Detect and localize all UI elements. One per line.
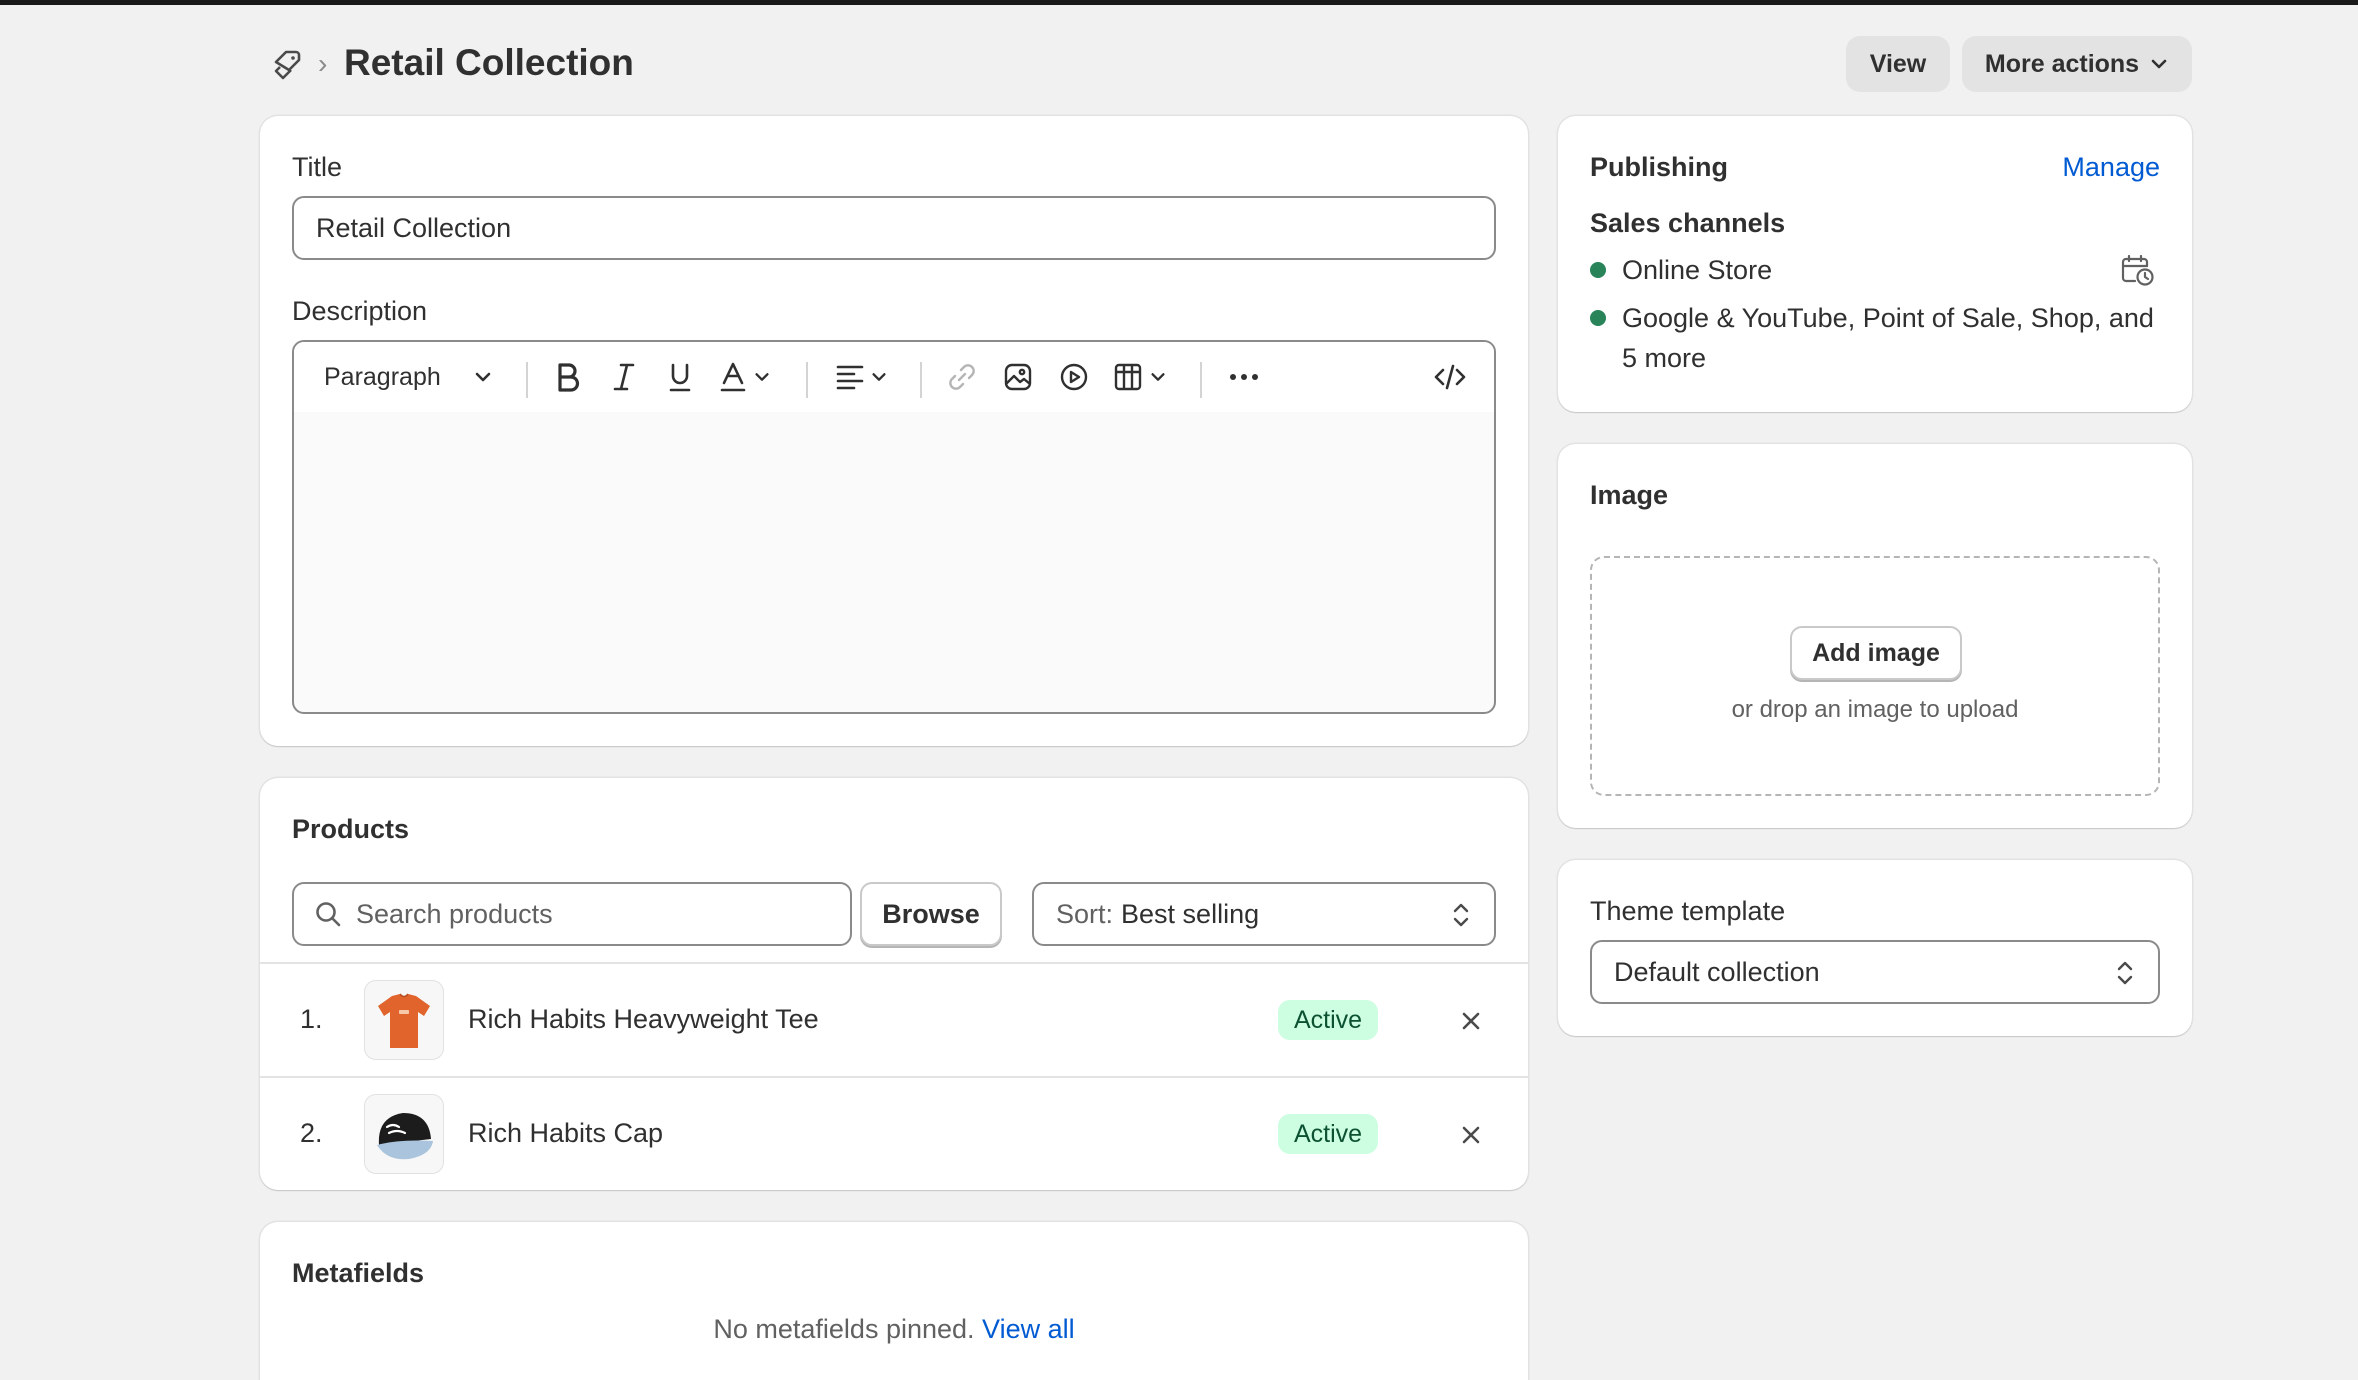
product-index: 1.: [300, 1004, 323, 1034]
sort-select[interactable]: Sort: Best selling: [1032, 882, 1496, 946]
product-row[interactable]: 1. Rich Habits Heavyweight Tee Active: [260, 964, 1528, 1076]
select-chevrons-icon: [1453, 903, 1469, 927]
description-editor[interactable]: Paragraph: [292, 340, 1496, 714]
toolbar-divider: [526, 362, 528, 398]
channel-others-line-1: Google & YouTube, Point of Sale, Shop, a…: [1622, 303, 2154, 333]
paragraph-format-dropdown[interactable]: Paragraph: [324, 360, 504, 394]
status-badge: Active: [1278, 1114, 1379, 1154]
title-input[interactable]: [292, 196, 1496, 260]
sales-channels-label: Sales channels: [1590, 208, 1786, 238]
chevron-down-icon: [2151, 59, 2167, 69]
chevron-down-icon: [475, 372, 491, 382]
orange-tshirt-image: [378, 993, 430, 1048]
collection-tag-icon[interactable]: [270, 48, 304, 82]
insert-image-icon[interactable]: [998, 360, 1038, 394]
insert-table-dropdown[interactable]: [1108, 360, 1172, 394]
table-icon: [1114, 363, 1142, 391]
remove-product-icon[interactable]: [1456, 1006, 1486, 1036]
chevron-down-icon: [872, 373, 886, 381]
product-name[interactable]: Rich Habits Heavyweight Tee: [468, 1004, 819, 1035]
text-color-dropdown[interactable]: [714, 360, 776, 394]
show-html-icon[interactable]: [1428, 360, 1472, 394]
editor-toolbar: Paragraph: [294, 342, 1494, 412]
paragraph-format-label: Paragraph: [324, 362, 441, 391]
sort-value: Best selling: [1121, 898, 1260, 929]
schedule-calendar-icon[interactable]: [2120, 254, 2156, 295]
search-icon: [316, 902, 341, 927]
page-header: › Retail Collection View More actions: [260, 36, 2192, 94]
select-chevrons-icon: [2117, 961, 2133, 985]
products-heading: Products: [292, 814, 410, 844]
status-badge: Active: [1278, 1000, 1379, 1040]
bold-icon[interactable]: [548, 360, 588, 394]
metafields-empty-state: No metafields pinned. View all: [260, 1314, 1528, 1345]
view-all-link[interactable]: View all: [982, 1314, 1075, 1344]
remove-product-icon[interactable]: [1456, 1120, 1486, 1150]
underline-icon[interactable]: [660, 360, 700, 394]
chevron-down-icon: [755, 373, 769, 381]
channel-online-store: Online Store: [1622, 255, 1773, 285]
add-image-button[interactable]: Add image: [1790, 626, 1962, 680]
manage-link[interactable]: Manage: [2062, 152, 2160, 183]
publishing-card: Publishing Manage Sales channels Online …: [1558, 116, 2192, 412]
title-label: Title: [292, 152, 343, 182]
toolbar-divider: [920, 362, 922, 398]
channel-status-dot: [1590, 310, 1606, 326]
search-products-field[interactable]: [292, 882, 852, 946]
metafields-empty-text: No metafields pinned.: [713, 1314, 975, 1344]
description-label: Description: [292, 296, 428, 326]
product-thumbnail: [364, 980, 444, 1060]
theme-template-select[interactable]: Default collection: [1590, 940, 2160, 1004]
breadcrumb-chevron-icon: ›: [318, 48, 328, 79]
more-actions-button[interactable]: More actions: [1962, 36, 2192, 92]
more-actions-label: More actions: [1984, 49, 2140, 78]
toolbar-divider: [806, 362, 808, 398]
chevron-down-icon: [1151, 373, 1165, 381]
channel-status-dot: [1590, 262, 1606, 278]
italic-icon[interactable]: [604, 360, 644, 394]
image-heading: Image: [1590, 480, 1669, 510]
sort-prefix: Sort:: [1056, 898, 1114, 929]
top-border: [0, 0, 2358, 5]
metafields-heading: Metafields: [292, 1258, 425, 1288]
black-cap-image: [377, 1113, 433, 1160]
align-left-icon: [836, 365, 864, 390]
view-button[interactable]: View: [1846, 36, 1950, 92]
image-card: Image Add image or drop an image to uplo…: [1558, 444, 2192, 828]
product-row[interactable]: 2. Rich Habits Cap Active: [260, 1078, 1528, 1190]
theme-template-value: Default collection: [1614, 956, 1820, 987]
product-index: 2.: [300, 1118, 323, 1148]
page-title: Retail Collection: [344, 42, 634, 83]
product-thumbnail: [364, 1094, 444, 1174]
products-card: Products Browse Sort: Best selling 1. Ri…: [260, 778, 1528, 1190]
more-formatting-icon[interactable]: [1224, 360, 1264, 394]
text-color-icon: [720, 362, 746, 392]
alignment-dropdown[interactable]: [830, 360, 894, 394]
search-products-input[interactable]: [356, 898, 816, 930]
title-description-card: Title Description Paragraph: [260, 116, 1528, 746]
toolbar-divider: [1200, 362, 1202, 398]
insert-video-icon[interactable]: [1054, 360, 1094, 394]
metafields-card: Metafields No metafields pinned. View al…: [260, 1222, 1528, 1380]
theme-template-card: Theme template Default collection: [1558, 860, 2192, 1036]
channel-others-line-2: 5 more: [1622, 343, 1707, 373]
product-name[interactable]: Rich Habits Cap: [468, 1118, 663, 1149]
drop-hint: or drop an image to upload: [1731, 696, 2019, 723]
image-dropzone[interactable]: Add image or drop an image to upload: [1590, 556, 2160, 796]
link-icon[interactable]: [942, 360, 982, 394]
publishing-heading: Publishing: [1590, 152, 1728, 182]
browse-button[interactable]: Browse: [860, 882, 1002, 946]
theme-template-label: Theme template: [1590, 896, 1786, 926]
